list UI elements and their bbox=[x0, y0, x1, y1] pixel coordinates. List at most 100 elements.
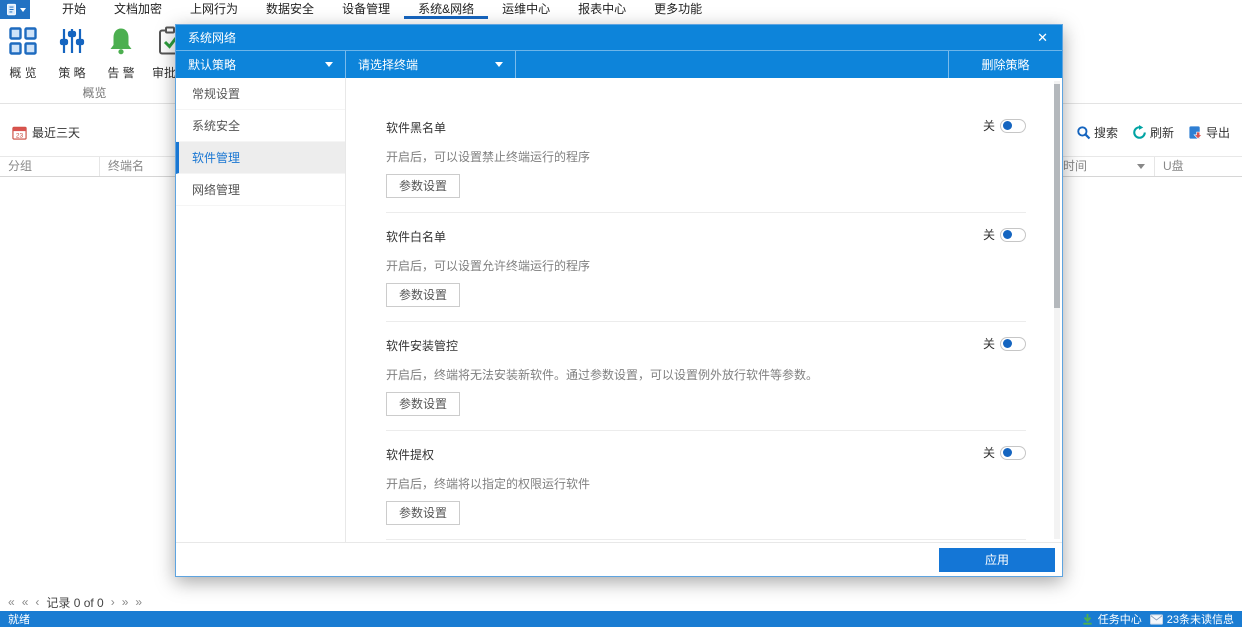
toggle-knob bbox=[1003, 448, 1012, 457]
document-icon bbox=[5, 3, 18, 16]
pagination-bar: « « ‹ 记录 0 of 0 › » » bbox=[0, 593, 1242, 611]
chevron-down-icon bbox=[495, 62, 503, 67]
app-menu-button[interactable] bbox=[0, 0, 30, 19]
ribbon-item-overview[interactable]: 概 览 bbox=[0, 26, 46, 81]
ribbon-item-label: 策 略 bbox=[58, 64, 85, 81]
toggle-switch[interactable] bbox=[1000, 119, 1026, 133]
dialog-title: 系统网络 bbox=[188, 29, 236, 46]
setting-description: 开启后，终端将无法安装新软件。通过参数设置，可以设置例外放行软件等参数。 bbox=[386, 366, 1026, 383]
date-range-filter[interactable]: 23 最近三天 bbox=[12, 124, 80, 141]
param-settings-button[interactable]: 参数设置 bbox=[386, 174, 460, 198]
export-button-label: 导出 bbox=[1206, 124, 1230, 141]
menu-tab-web-behavior[interactable]: 上网行为 bbox=[176, 0, 252, 19]
dialog-footer: 应用 bbox=[176, 542, 1062, 576]
column-header-group[interactable]: 分组 bbox=[0, 157, 100, 176]
menu-tab-system-network[interactable]: 系统&网络 bbox=[404, 0, 488, 19]
menu-tab-data-security[interactable]: 数据安全 bbox=[252, 0, 328, 19]
svg-text:23: 23 bbox=[16, 132, 24, 139]
setting-description: 开启后，可以设置禁止终端运行的程序 bbox=[386, 148, 1026, 165]
toggle-knob bbox=[1003, 230, 1012, 239]
chevron-down-icon[interactable] bbox=[1137, 164, 1145, 169]
date-range-label: 最近三天 bbox=[32, 124, 80, 141]
menu-tab-start[interactable]: 开始 bbox=[48, 0, 100, 19]
refresh-button-label: 刷新 bbox=[1150, 124, 1174, 141]
setting-description: 开启后，终端将以指定的权限运行软件 bbox=[386, 475, 1026, 492]
policy-select[interactable]: 默认策略 bbox=[176, 51, 346, 78]
toggle-state-label: 关 bbox=[983, 444, 995, 461]
refresh-button[interactable]: 刷新 bbox=[1132, 124, 1174, 141]
column-header-udisk[interactable]: U盘 bbox=[1154, 157, 1242, 176]
toggle-knob bbox=[1003, 339, 1012, 348]
toggle-knob bbox=[1003, 121, 1012, 130]
param-settings-button[interactable]: 参数设置 bbox=[386, 392, 460, 416]
unread-messages-button[interactable]: 23条未读信息 bbox=[1150, 611, 1234, 627]
sidebar-item-system-security[interactable]: 系统安全 bbox=[176, 110, 345, 142]
menu-tabs: 开始 文档加密 上网行为 数据安全 设备管理 系统&网络 运维中心 报表中心 更… bbox=[48, 0, 716, 19]
page-fast-forward-icon[interactable]: » bbox=[122, 593, 129, 611]
settings-list: 软件黑名单 关 开启后，可以设置禁止终端运行的程序 参数设置 软件白名单 关 开… bbox=[346, 78, 1062, 542]
setting-title: 软件黑名单 bbox=[386, 119, 1026, 136]
sliders-icon bbox=[57, 26, 87, 59]
scrollbar-thumb[interactable] bbox=[1054, 84, 1060, 308]
sidebar-item-software-mgmt[interactable]: 软件管理 bbox=[176, 142, 345, 174]
apply-button[interactable]: 应用 bbox=[939, 548, 1055, 572]
toggle-switch[interactable] bbox=[1000, 228, 1026, 242]
search-button[interactable]: 搜索 bbox=[1076, 124, 1118, 141]
sidebar-item-network-mgmt[interactable]: 网络管理 bbox=[176, 174, 345, 206]
setting-title: 软件安装管控 bbox=[386, 337, 1026, 354]
page-prev-icon[interactable]: ‹ bbox=[35, 593, 39, 611]
close-icon[interactable]: ✕ bbox=[1035, 25, 1050, 50]
setting-software-elevation: 软件提权 关 开启后，终端将以指定的权限运行软件 参数设置 bbox=[386, 431, 1026, 540]
grid-icon bbox=[8, 26, 38, 59]
toggle-switch[interactable] bbox=[1000, 337, 1026, 351]
search-icon bbox=[1076, 125, 1091, 140]
export-button[interactable]: 导出 bbox=[1188, 124, 1230, 141]
param-settings-button[interactable]: 参数设置 bbox=[386, 283, 460, 307]
ribbon-item-alert[interactable]: 告 警 bbox=[98, 26, 144, 81]
task-center-label: 任务中心 bbox=[1098, 611, 1142, 627]
ribbon-group-label: 概览 bbox=[0, 85, 190, 103]
toggle-state-label: 关 bbox=[983, 226, 995, 243]
setting-software-whitelist: 软件白名单 关 开启后，可以设置允许终端运行的程序 参数设置 bbox=[386, 213, 1026, 322]
toggle-state-label: 关 bbox=[983, 117, 995, 134]
dialog-filter-bar: 默认策略 请选择终端 删除策略 bbox=[176, 50, 1062, 78]
setting-piracy-detection: 盗版检测 关 开启后，可以检测终端的盗版软件及盗版Windows系统信息 bbox=[386, 540, 1026, 542]
envelope-icon bbox=[1150, 613, 1163, 626]
setting-title: 软件提权 bbox=[386, 446, 1026, 463]
unread-messages-label: 23条未读信息 bbox=[1167, 611, 1234, 627]
delete-policy-button[interactable]: 删除策略 bbox=[949, 51, 1062, 78]
menu-tab-more[interactable]: 更多功能 bbox=[640, 0, 716, 19]
dialog-body: 常规设置 系统安全 软件管理 网络管理 软件黑名单 关 开启后，可以设置禁止终端… bbox=[176, 78, 1062, 542]
task-center-button[interactable]: 任务中心 bbox=[1081, 611, 1142, 627]
dialog-title-bar: 系统网络 ✕ bbox=[176, 25, 1062, 50]
page-last-icon[interactable]: » bbox=[135, 593, 142, 611]
export-icon bbox=[1188, 125, 1203, 140]
terminal-select[interactable]: 请选择终端 bbox=[346, 51, 516, 78]
menu-tab-device-mgmt[interactable]: 设备管理 bbox=[328, 0, 404, 19]
system-network-dialog: 系统网络 ✕ 默认策略 请选择终端 删除策略 常规设置 系统安全 软件管理 网络… bbox=[175, 24, 1063, 577]
menu-bar: 开始 文档加密 上网行为 数据安全 设备管理 系统&网络 运维中心 报表中心 更… bbox=[0, 0, 1242, 19]
menu-tab-doc-encryption[interactable]: 文档加密 bbox=[100, 0, 176, 19]
setting-install-control: 软件安装管控 关 开启后，终端将无法安装新软件。通过参数设置，可以设置例外放行软… bbox=[386, 322, 1026, 431]
menu-tab-ops-center[interactable]: 运维中心 bbox=[488, 0, 564, 19]
setting-software-blacklist: 软件黑名单 关 开启后，可以设置禁止终端运行的程序 参数设置 bbox=[386, 104, 1026, 213]
status-text: 就绪 bbox=[8, 611, 30, 627]
page-first-icon[interactable]: « bbox=[8, 593, 15, 611]
column-header-time-label: 时间 bbox=[1063, 157, 1087, 176]
toggle-switch[interactable] bbox=[1000, 446, 1026, 460]
download-arrow-icon bbox=[1081, 613, 1094, 626]
chevron-down-icon bbox=[20, 8, 26, 12]
sidebar-item-general-settings[interactable]: 常规设置 bbox=[176, 78, 345, 110]
filter-bar-spacer bbox=[516, 51, 949, 78]
menu-tab-report-center[interactable]: 报表中心 bbox=[564, 0, 640, 19]
ribbon-item-policy[interactable]: 策 略 bbox=[49, 26, 95, 81]
policy-select-value: 默认策略 bbox=[188, 56, 236, 73]
param-settings-button[interactable]: 参数设置 bbox=[386, 501, 460, 525]
dialog-scrollbar[interactable] bbox=[1054, 81, 1060, 539]
terminal-select-value: 请选择终端 bbox=[358, 56, 418, 73]
ribbon-item-label: 概 览 bbox=[9, 64, 36, 81]
page-next-icon[interactable]: › bbox=[111, 593, 115, 611]
status-bar: 就绪 任务中心 23条未读信息 bbox=[0, 611, 1242, 627]
setting-description: 开启后，可以设置允许终端运行的程序 bbox=[386, 257, 1026, 274]
page-fast-back-icon[interactable]: « bbox=[22, 593, 29, 611]
